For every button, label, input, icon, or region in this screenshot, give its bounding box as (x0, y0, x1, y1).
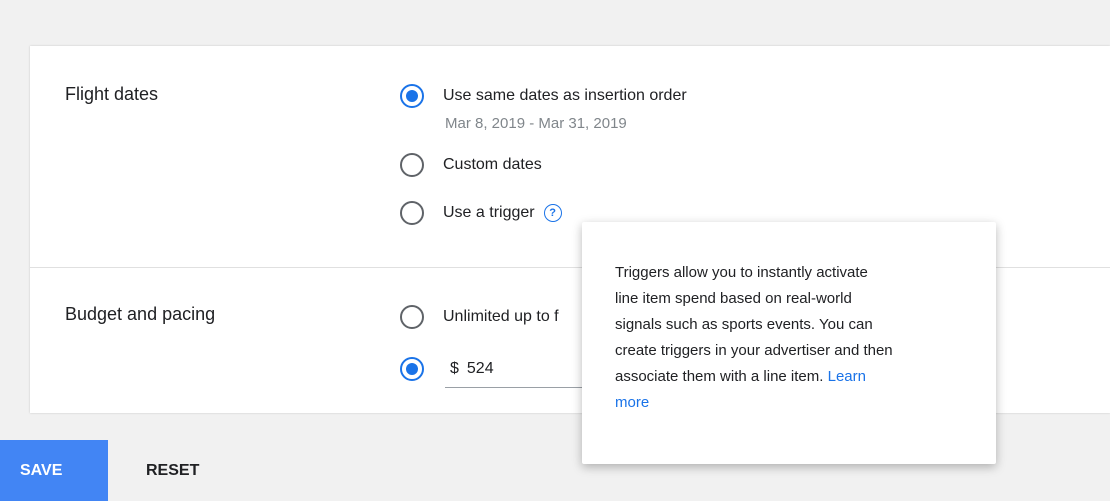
radio-use-trigger[interactable] (400, 201, 424, 225)
tooltip-line: associate them with a line item. (615, 368, 824, 385)
learn-more-link-part1: Learn (827, 368, 866, 385)
reset-button[interactable]: RESET (146, 440, 199, 501)
radio-same-dates[interactable] (400, 84, 424, 108)
flight-dates-label: Flight dates (65, 84, 159, 104)
option-use-trigger-label: Use a trigger (443, 204, 535, 221)
option-budget-amount[interactable] (400, 354, 424, 384)
radio-unlimited[interactable] (400, 305, 424, 329)
learn-more-link-part2: more (615, 394, 650, 411)
budget-pacing-label: Budget and pacing (65, 304, 216, 324)
tooltip-line: line item spend based on real-world (615, 290, 852, 307)
trigger-help-tooltip: Triggers allow you to instantly activate… (582, 222, 996, 464)
option-use-trigger[interactable]: Use a trigger ? (400, 198, 562, 228)
radio-budget-amount[interactable] (400, 357, 424, 381)
option-custom-dates[interactable]: Custom dates (400, 150, 542, 180)
option-same-dates[interactable]: Use same dates as insertion order (400, 81, 687, 111)
save-button[interactable]: SAVE (0, 440, 108, 501)
tooltip-line: create triggers in your advertiser and t… (615, 342, 893, 359)
budget-value: 524 (466, 360, 494, 377)
insertion-order-date-range: Mar 8, 2019 - Mar 31, 2019 (445, 115, 627, 132)
tooltip-text: Triggers allow you to instantly activate… (615, 260, 966, 416)
tooltip-line: signals such as sports events. You can (615, 316, 873, 333)
footer-actions: SAVE RESET (0, 440, 400, 501)
option-same-dates-label: Use same dates as insertion order (443, 87, 687, 104)
tooltip-line: Triggers allow you to instantly activate (615, 264, 868, 281)
option-unlimited[interactable]: Unlimited up to f (400, 302, 559, 332)
radio-custom-dates[interactable] (400, 153, 424, 177)
help-icon[interactable]: ? (543, 204, 562, 222)
currency-symbol: $ (450, 360, 459, 377)
option-custom-dates-label: Custom dates (443, 156, 542, 173)
option-unlimited-label: Unlimited up to f (443, 308, 559, 325)
